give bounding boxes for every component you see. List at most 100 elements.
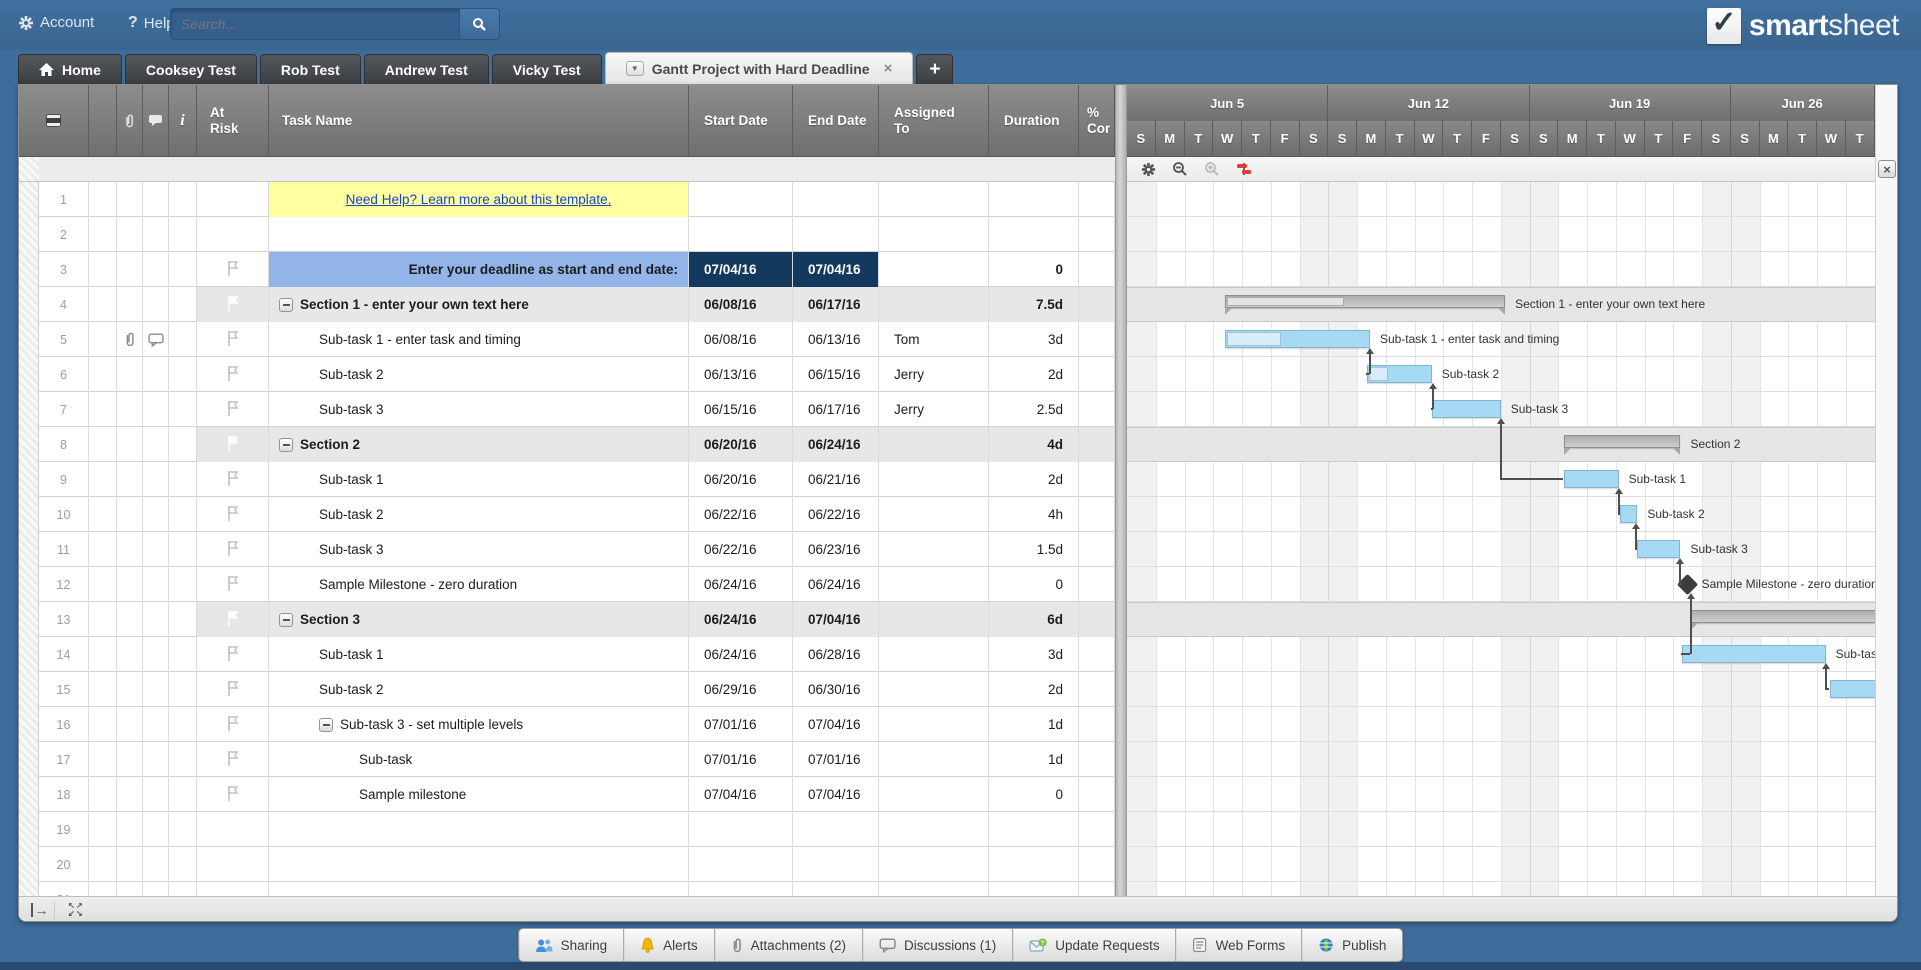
cell-pct[interactable]	[1079, 357, 1115, 392]
at-risk-flag-icon[interactable]	[226, 470, 240, 490]
cell-attach[interactable]	[117, 742, 143, 777]
cell-attach[interactable]	[117, 357, 143, 392]
cell-pct[interactable]	[1079, 812, 1115, 847]
gantt-task-bar[interactable]	[1224, 330, 1370, 348]
cell-info[interactable]	[169, 427, 197, 462]
cell-num[interactable]: 17	[39, 742, 89, 777]
tab-close-icon[interactable]: ×	[884, 60, 893, 77]
search-input[interactable]	[171, 16, 459, 32]
cell-lock[interactable]	[89, 637, 117, 672]
help-template-link[interactable]: Need Help? Learn more about this templat…	[346, 192, 612, 207]
cell-end[interactable]	[793, 182, 879, 217]
column-header-attachments[interactable]	[117, 85, 143, 157]
tab-andrew-test[interactable]: Andrew Test	[363, 54, 489, 84]
gantt-task-bar[interactable]	[1681, 645, 1826, 663]
tab-menu-caret[interactable]: ▼	[625, 61, 644, 76]
cell-info[interactable]	[169, 777, 197, 812]
cell-duration[interactable]: 1d	[989, 707, 1079, 742]
cell-num[interactable]: 7	[39, 392, 89, 427]
cell-pct[interactable]	[1079, 847, 1115, 882]
at-risk-flag-icon[interactable]	[226, 435, 240, 455]
cell-assigned[interactable]: Tom	[879, 322, 989, 357]
cell-num[interactable]: 13	[39, 602, 89, 637]
cell-end[interactable]	[793, 812, 879, 847]
cell-info[interactable]	[169, 182, 197, 217]
cell-atrisk[interactable]	[197, 532, 269, 567]
gantt-close-button[interactable]: ×	[1878, 160, 1896, 178]
cell-attach[interactable]	[117, 812, 143, 847]
column-header-assigned-to[interactable]: Assigned To	[879, 85, 989, 157]
cell-task-name[interactable]: Sub-task 1	[269, 462, 689, 497]
cell-assigned[interactable]	[879, 532, 989, 567]
cell-lock[interactable]	[89, 532, 117, 567]
cell-assigned[interactable]: Jerry	[879, 357, 989, 392]
cell-duration[interactable]	[989, 812, 1079, 847]
column-header-task-name[interactable]: Task Name	[269, 85, 689, 157]
cell-pct[interactable]	[1079, 252, 1115, 287]
cell-start[interactable]: 06/24/16	[689, 637, 793, 672]
at-risk-flag-icon[interactable]	[226, 575, 240, 595]
cell-atrisk[interactable]	[197, 707, 269, 742]
cell-task-name[interactable]: Enter your deadline as start and end dat…	[269, 252, 689, 287]
cell-duration[interactable]: 2.5d	[989, 392, 1079, 427]
cell-end[interactable]: 06/15/16	[793, 357, 879, 392]
cell-atrisk[interactable]	[197, 182, 269, 217]
cell-pct[interactable]	[1079, 742, 1115, 777]
gantt-day-header[interactable]: W	[1414, 121, 1444, 157]
at-risk-flag-icon[interactable]	[226, 540, 240, 560]
gantt-day-header[interactable]: T	[1184, 121, 1214, 157]
column-header-discussions[interactable]	[143, 85, 169, 157]
cell-lock[interactable]	[89, 602, 117, 637]
at-risk-flag-icon[interactable]	[226, 645, 240, 665]
gantt-vertical-scrollbar[interactable]	[1875, 85, 1897, 896]
cell-info[interactable]	[169, 497, 197, 532]
cell-task-name[interactable]: Sub-task 2	[269, 357, 689, 392]
gantt-day-header[interactable]: S	[1299, 121, 1329, 157]
cell-start[interactable]: 06/15/16	[689, 392, 793, 427]
help-menu[interactable]: ? Help	[128, 14, 175, 32]
footer-button-web-forms[interactable]: Web Forms	[1176, 929, 1303, 961]
at-risk-flag-icon[interactable]	[226, 365, 240, 385]
cell-duration[interactable]: 2d	[989, 357, 1079, 392]
cell-assigned[interactable]	[879, 462, 989, 497]
cell-info[interactable]	[169, 847, 197, 882]
cell-task-name[interactable]: Section 1 - enter your own text here	[269, 287, 689, 322]
cell-attach[interactable]	[117, 497, 143, 532]
collapse-toggle[interactable]	[279, 437, 293, 452]
cell-comment[interactable]	[143, 567, 169, 602]
gantt-day-header[interactable]: T	[1845, 121, 1875, 157]
cell-start[interactable]	[689, 182, 793, 217]
cell-assigned[interactable]: Jerry	[879, 392, 989, 427]
cell-start[interactable]: 06/29/16	[689, 672, 793, 707]
search-button[interactable]	[459, 9, 499, 39]
cell-end[interactable]: 06/22/16	[793, 497, 879, 532]
cell-start[interactable]: 07/01/16	[689, 707, 793, 742]
cell-lock[interactable]	[89, 427, 117, 462]
table-row[interactable]: 3 Enter your deadline as start and end da…	[19, 252, 1115, 287]
cell-end[interactable]: 07/01/16	[793, 742, 879, 777]
gantt-day-header[interactable]: F	[1673, 121, 1702, 157]
table-row[interactable]: 1 Need Help? Learn more about this templa…	[19, 182, 1115, 217]
cell-task-name[interactable]: Sub-task 2	[269, 672, 689, 707]
cell-duration[interactable]: 0	[989, 777, 1079, 812]
cell-task-name[interactable]: Sub-task 3	[269, 532, 689, 567]
table-row[interactable]: 13 Section 3 06/24/16 07/04/16 6d	[19, 602, 1115, 637]
at-risk-flag-icon[interactable]	[226, 750, 240, 770]
gantt-day-header[interactable]: T	[1385, 121, 1415, 157]
cell-atrisk[interactable]	[197, 742, 269, 777]
footer-button-attachments-2-[interactable]: Attachments (2)	[714, 929, 863, 961]
cell-comment[interactable]	[143, 357, 169, 392]
cell-end[interactable]: 06/17/16	[793, 287, 879, 322]
cell-comment[interactable]	[143, 812, 169, 847]
cell-attach[interactable]	[117, 602, 143, 637]
cell-pct[interactable]	[1079, 602, 1115, 637]
cell-end[interactable]: 06/23/16	[793, 532, 879, 567]
cell-pct[interactable]	[1079, 427, 1115, 462]
cell-atrisk[interactable]	[197, 497, 269, 532]
cell-comment[interactable]	[143, 322, 169, 357]
cell-lock[interactable]	[89, 672, 117, 707]
gantt-task-bar[interactable]	[1367, 365, 1432, 383]
at-risk-flag-icon[interactable]	[226, 785, 240, 805]
table-row[interactable]: 4 Section 1 - enter your own text here 06/…	[19, 287, 1115, 322]
cell-duration[interactable]: 3d	[989, 637, 1079, 672]
